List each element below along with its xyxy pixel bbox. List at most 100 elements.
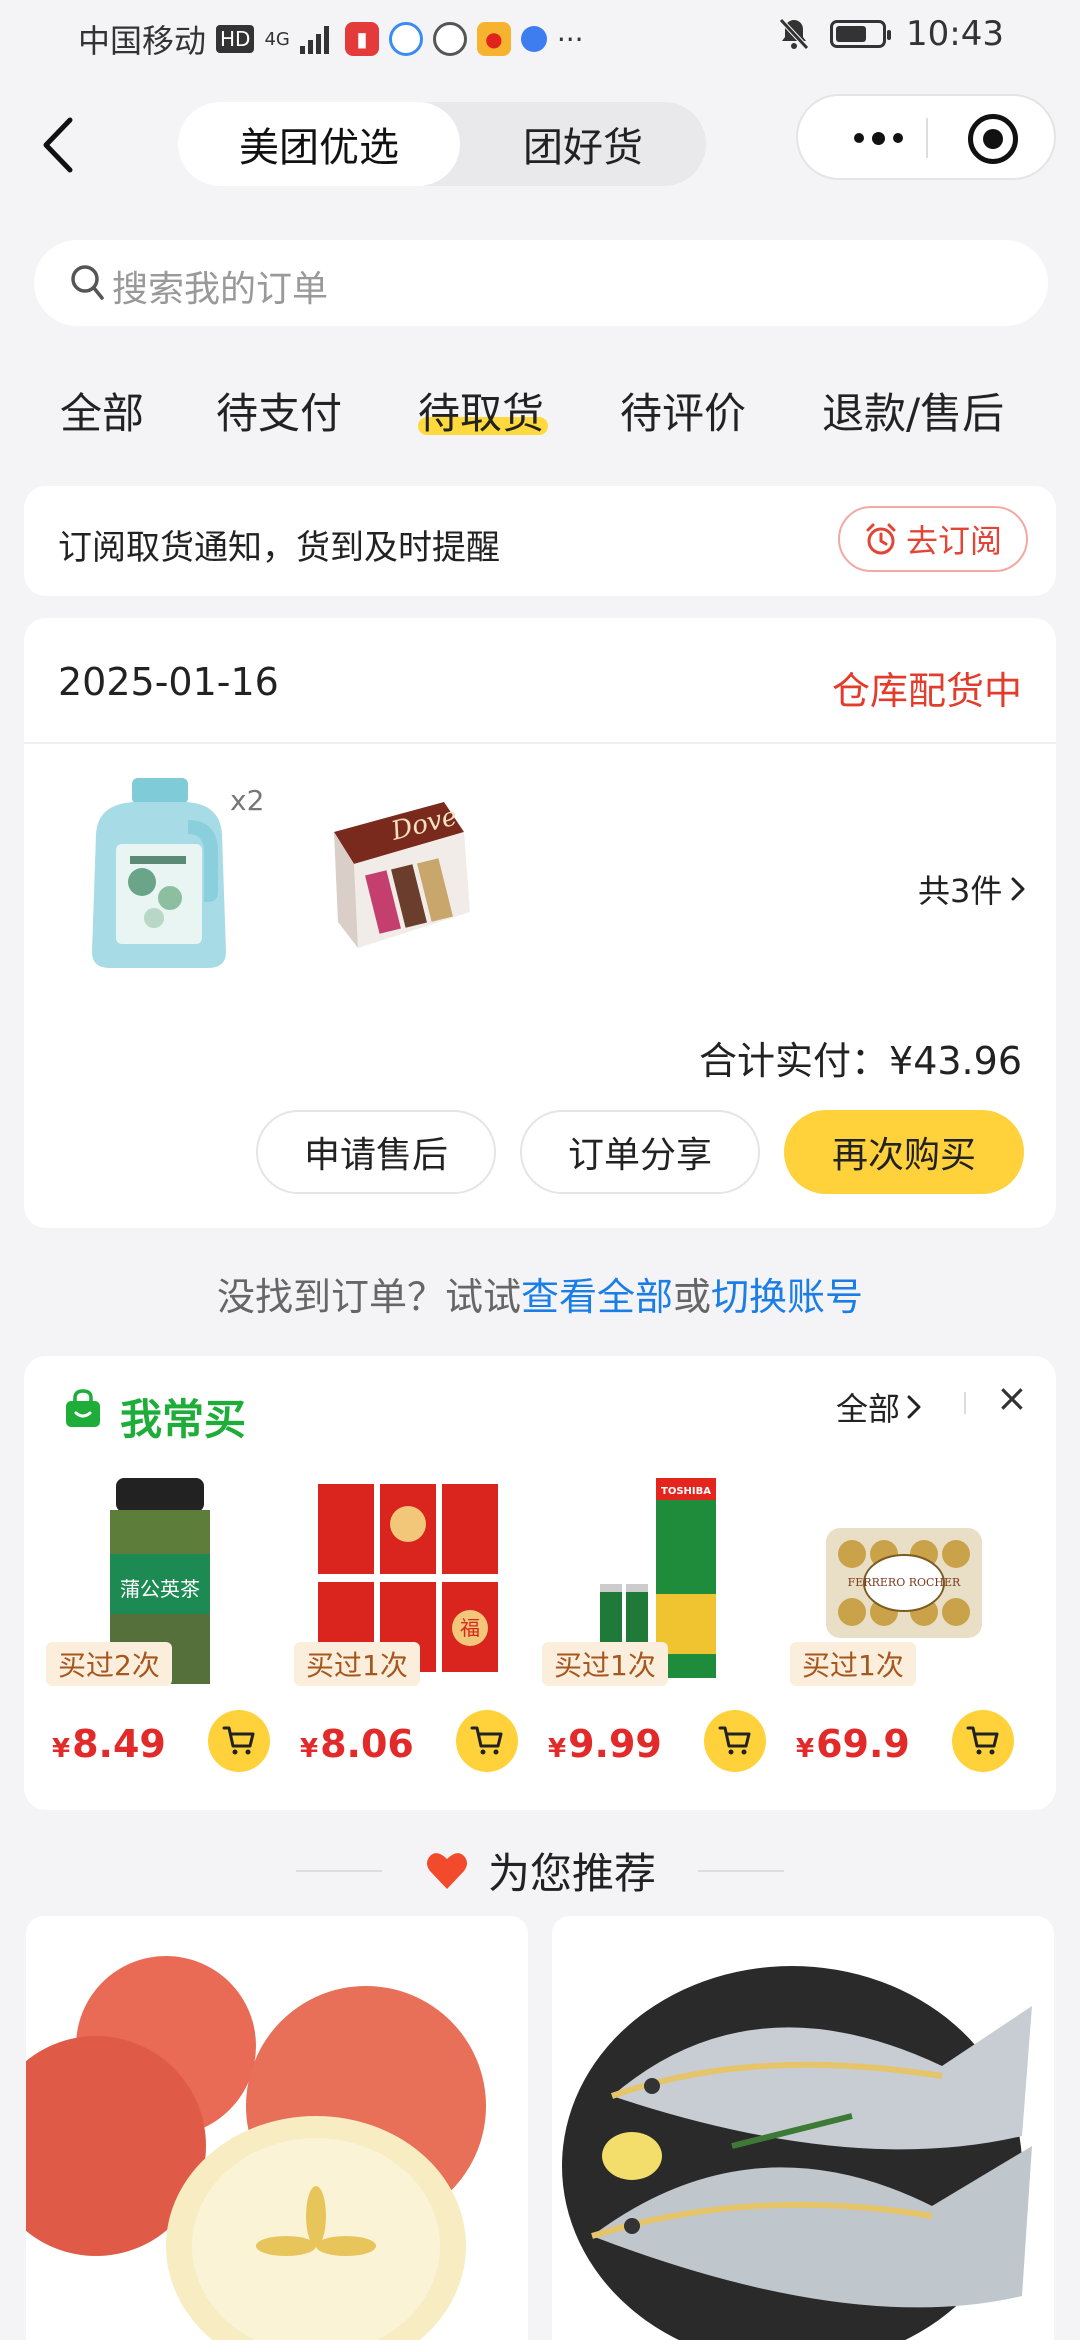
recommend-item-apples[interactable] bbox=[26, 1916, 528, 2340]
shopping-bag-icon bbox=[66, 1389, 100, 1427]
frequent-item[interactable]: 蒲公英茶 买过2次 ¥8.49 bbox=[40, 1474, 280, 1784]
product-qty: x2 bbox=[230, 784, 265, 817]
order-date: 2025-01-16 bbox=[58, 660, 279, 704]
share-order-button[interactable]: 订单分享 bbox=[520, 1110, 760, 1194]
subscribe-label: 去订阅 bbox=[905, 522, 1002, 560]
total-label: 合计实付： bbox=[699, 1039, 890, 1083]
item-price: ¥8.06 bbox=[300, 1722, 414, 1766]
recommend-divider-right bbox=[698, 1869, 784, 1872]
price-value: 8.06 bbox=[320, 1722, 414, 1766]
tab-pending-review[interactable]: 待评价 bbox=[620, 380, 746, 441]
currency: ¥ bbox=[548, 1734, 567, 1764]
total-value: ¥43.96 bbox=[889, 1039, 1022, 1083]
currency: ¥ bbox=[300, 1734, 319, 1764]
tea-label: 蒲公英茶 bbox=[120, 1577, 200, 1601]
item-count-link[interactable]: 共3件 bbox=[918, 866, 1026, 912]
globe-app-icon bbox=[432, 22, 467, 56]
ferrero-label: FERRERO ROCHER bbox=[848, 1576, 961, 1589]
order-not-found-hint: 没找到订单？试试查看全部或切换账号 bbox=[0, 1266, 1080, 1321]
price-value: 9.99 bbox=[568, 1722, 662, 1766]
cart-icon bbox=[470, 1726, 503, 1755]
item-count: 共3件 bbox=[918, 872, 1003, 910]
chevron-right-icon bbox=[1011, 877, 1025, 901]
compass-app-icon bbox=[520, 26, 547, 52]
dove-chocolate-box-icon: Dove bbox=[294, 772, 494, 972]
alarm-clock-icon bbox=[866, 523, 896, 555]
currency: ¥ bbox=[796, 1734, 815, 1764]
currency: ¥ bbox=[52, 1734, 71, 1764]
hd-badge: HD bbox=[216, 25, 255, 53]
cart-icon bbox=[222, 1726, 255, 1755]
frequently-bought-card: 我常买 全部 × 蒲公英茶 买过2次 ¥8.49 福 买过1次 ¥8.06 TO… bbox=[24, 1356, 1056, 1810]
book-app-icon: ▮ bbox=[344, 22, 379, 56]
after-sale-button[interactable]: 申请售后 bbox=[256, 1110, 496, 1194]
tab-pending-payment[interactable]: 待支付 bbox=[216, 380, 342, 441]
weibo-app-icon: ● bbox=[476, 22, 511, 56]
search-icon bbox=[71, 265, 104, 300]
more-notifications-icon: ··· bbox=[556, 22, 584, 56]
chevron-right-icon bbox=[907, 1395, 921, 1419]
recommend-divider-left bbox=[295, 1869, 382, 1872]
battery-icon bbox=[830, 20, 892, 48]
notice-text: 订阅取货通知，货到及时提醒 bbox=[58, 528, 500, 568]
carrier-label: 中国移动 bbox=[78, 22, 207, 60]
not-found-prefix: 没找到订单？试试 bbox=[216, 1275, 521, 1319]
buy-again-button[interactable]: 再次购买 bbox=[784, 1110, 1024, 1194]
add-to-cart-button[interactable] bbox=[704, 1710, 766, 1772]
fu-label: 福 bbox=[460, 1616, 480, 1640]
product-image-detergent[interactable] bbox=[58, 772, 258, 972]
laundry-detergent-bottle-icon bbox=[58, 772, 258, 972]
back-icon[interactable] bbox=[34, 112, 82, 178]
item-price: ¥8.49 bbox=[52, 1722, 166, 1766]
signal-icon bbox=[299, 24, 329, 54]
add-to-cart-button[interactable] bbox=[456, 1710, 518, 1772]
close-miniprogram-icon[interactable] bbox=[968, 114, 1018, 164]
frequent-all-label: 全部 bbox=[836, 1390, 901, 1428]
frequent-item[interactable]: 福 买过1次 ¥8.06 bbox=[288, 1474, 528, 1784]
subscribe-button[interactable]: 去订阅 bbox=[838, 506, 1028, 572]
close-icon[interactable]: × bbox=[996, 1376, 1028, 1420]
bought-times-badge: 买过2次 bbox=[46, 1642, 172, 1686]
tab-refund-aftersale[interactable]: 退款/售后 bbox=[822, 380, 1004, 441]
network-label: 4G bbox=[264, 28, 290, 50]
search-placeholder: 搜索我的订单 bbox=[112, 269, 329, 310]
pomfret-fish-image bbox=[552, 1916, 1054, 2340]
apples-image bbox=[26, 1916, 528, 2340]
browser-app-icon bbox=[388, 22, 423, 56]
tab-all[interactable]: 全部 bbox=[60, 380, 144, 441]
item-price: ¥9.99 bbox=[548, 1722, 662, 1766]
order-total: 合计实付：¥43.96 bbox=[699, 1030, 1022, 1085]
recommend-title: 为您推荐 bbox=[487, 1849, 656, 1898]
battery-brand-label: TOSHIBA bbox=[661, 1486, 711, 1497]
notification-icons: ▮ ● ··· bbox=[344, 22, 584, 56]
cart-icon bbox=[718, 1726, 751, 1755]
miniprogram-capsule bbox=[796, 94, 1056, 180]
bought-times-badge: 买过1次 bbox=[790, 1642, 916, 1686]
frequent-item[interactable]: FERRERO ROCHER 买过1次 ¥69.9 bbox=[784, 1474, 1024, 1784]
price-value: 8.49 bbox=[72, 1722, 166, 1766]
product-image-chocolate[interactable]: Dove bbox=[294, 772, 494, 972]
capsule-divider bbox=[926, 118, 928, 158]
status-bar: 中国移动 HD 4G ▮ ● ··· 10:43 bbox=[0, 0, 1080, 72]
more-options-icon[interactable] bbox=[828, 116, 928, 160]
order-card[interactable]: 2025-01-16 仓库配货中 x2 Dove 共3件 合计实付：¥43.96… bbox=[24, 618, 1056, 1228]
order-search-bar[interactable]: 搜索我的订单 bbox=[34, 240, 1048, 326]
mute-bell-icon bbox=[779, 18, 809, 50]
recommend-header: 为您推荐 bbox=[0, 1840, 1080, 1901]
recommend-item-fish[interactable] bbox=[552, 1916, 1054, 2340]
switch-account-link[interactable]: 切换账号 bbox=[711, 1275, 863, 1319]
frequent-view-all[interactable]: 全部 bbox=[836, 1384, 922, 1430]
tab-pending-pickup[interactable]: 待取货 bbox=[418, 380, 544, 441]
order-divider bbox=[24, 742, 1056, 744]
status-right: 10:43 bbox=[778, 14, 1004, 54]
tab-tuan-haohuo[interactable]: 团好货 bbox=[460, 102, 706, 186]
add-to-cart-button[interactable] bbox=[952, 1710, 1014, 1772]
frequent-divider bbox=[964, 1392, 966, 1414]
view-all-link[interactable]: 查看全部 bbox=[521, 1275, 673, 1319]
tab-meituan-youxuan[interactable]: 美团优选 bbox=[178, 102, 460, 186]
heart-icon bbox=[426, 1852, 467, 1889]
cart-icon bbox=[966, 1726, 999, 1755]
add-to-cart-button[interactable] bbox=[208, 1710, 270, 1772]
bought-times-badge: 买过1次 bbox=[542, 1642, 668, 1686]
frequent-item[interactable]: TOSHIBA 买过1次 ¥9.99 bbox=[536, 1474, 776, 1784]
